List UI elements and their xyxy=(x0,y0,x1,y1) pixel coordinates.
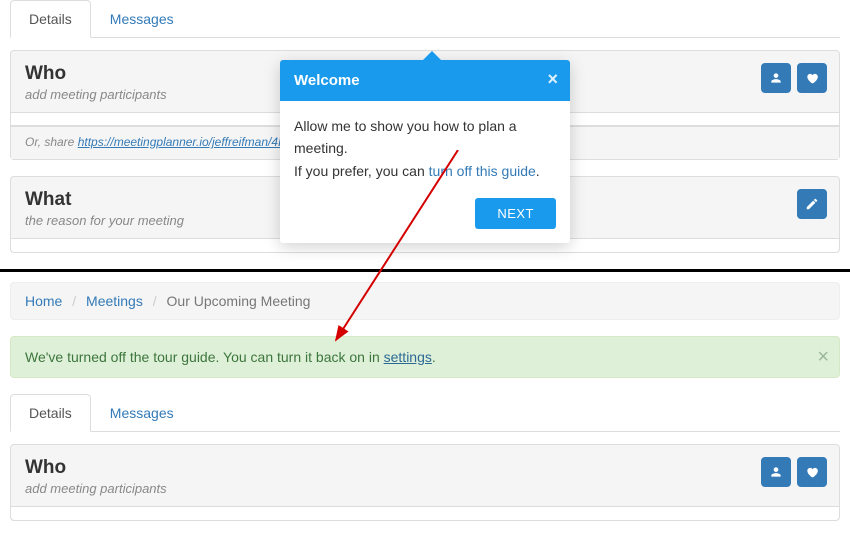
edit-button[interactable] xyxy=(797,189,827,219)
guide-popover: Welcome × Allow me to show you how to pl… xyxy=(280,60,570,243)
settings-link[interactable]: settings xyxy=(384,349,432,365)
breadcrumb: Home / Meetings / Our Upcoming Meeting xyxy=(10,282,840,320)
favorite-button-bottom[interactable] xyxy=(797,457,827,487)
tab-messages[interactable]: Messages xyxy=(91,0,193,38)
share-prefix: Or, share xyxy=(25,135,78,149)
user-icon xyxy=(769,71,783,85)
popover-line2-prefix: If you prefer, you can xyxy=(294,163,429,179)
breadcrumb-home[interactable]: Home xyxy=(25,293,62,309)
success-alert: We've turned off the tour guide. You can… xyxy=(10,336,840,378)
breadcrumb-current: Our Upcoming Meeting xyxy=(167,293,311,309)
alert-close-icon[interactable]: × xyxy=(817,347,829,367)
tabs-top: Details Messages xyxy=(10,0,840,38)
share-link[interactable]: https://meetingplanner.io/jeffreifman/4I… xyxy=(78,135,294,149)
panel-who-bottom: Who add meeting participants xyxy=(10,444,840,521)
breadcrumb-meetings[interactable]: Meetings xyxy=(86,293,143,309)
who-subtitle-bottom: add meeting participants xyxy=(25,481,825,496)
user-icon xyxy=(769,465,783,479)
pencil-icon xyxy=(805,197,819,211)
alert-text-prefix: We've turned off the tour guide. You can… xyxy=(25,349,384,365)
heart-icon xyxy=(805,465,819,479)
add-user-button-bottom[interactable] xyxy=(761,457,791,487)
popover-line1: Allow me to show you how to plan a meeti… xyxy=(294,115,556,160)
heart-icon xyxy=(805,71,819,85)
tab-messages-bottom[interactable]: Messages xyxy=(91,394,193,432)
favorite-button[interactable] xyxy=(797,63,827,93)
tab-details[interactable]: Details xyxy=(10,0,91,38)
tabs-bottom: Details Messages xyxy=(10,394,840,432)
who-title-bottom: Who xyxy=(25,457,825,479)
next-button[interactable]: NEXT xyxy=(475,198,556,229)
add-user-button[interactable] xyxy=(761,63,791,93)
popover-title: Welcome xyxy=(294,72,360,89)
close-icon[interactable]: × xyxy=(547,70,558,88)
popover-line2-suffix: . xyxy=(536,163,540,179)
tab-details-bottom[interactable]: Details xyxy=(10,394,91,432)
section-divider xyxy=(0,269,850,272)
alert-text-suffix: . xyxy=(432,349,436,365)
turn-off-guide-link[interactable]: turn off this guide xyxy=(429,163,536,179)
